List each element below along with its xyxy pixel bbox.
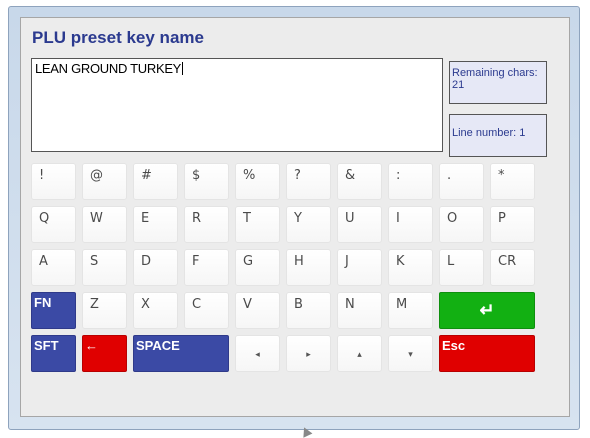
key-y[interactable]: Y bbox=[286, 206, 331, 243]
key-space[interactable]: SPACE bbox=[133, 335, 229, 372]
key-h[interactable]: H bbox=[286, 249, 331, 286]
key-x[interactable]: X bbox=[133, 292, 178, 329]
key-p[interactable]: P bbox=[490, 206, 535, 243]
name-text-field[interactable]: LEAN GROUND TURKEY bbox=[31, 58, 443, 152]
key-exclamation[interactable]: ! bbox=[31, 163, 76, 200]
name-text-value: LEAN GROUND TURKEY bbox=[35, 61, 182, 76]
down-arrow-icon: ▾ bbox=[408, 350, 413, 360]
key-l[interactable]: L bbox=[439, 249, 484, 286]
enter-icon: ↵ bbox=[479, 300, 495, 320]
text-caret bbox=[182, 62, 184, 75]
key-fn[interactable]: FN bbox=[31, 292, 76, 329]
key-dollar[interactable]: $ bbox=[184, 163, 229, 200]
right-arrow-icon: ▸ bbox=[306, 350, 311, 360]
cursor-left-key[interactable]: ◂ bbox=[235, 335, 280, 372]
key-c[interactable]: C bbox=[184, 292, 229, 329]
key-j[interactable]: J bbox=[337, 249, 382, 286]
enter-key[interactable]: ↵ bbox=[439, 292, 535, 329]
left-arrow-icon: ◂ bbox=[255, 350, 260, 360]
line-number-box: Line number: 1 bbox=[449, 114, 547, 157]
dialog-title: PLU preset key name bbox=[32, 28, 204, 47]
key-k[interactable]: K bbox=[388, 249, 433, 286]
key-ampersand[interactable]: & bbox=[337, 163, 382, 200]
key-i[interactable]: I bbox=[388, 206, 433, 243]
escape-key[interactable]: Esc bbox=[439, 335, 535, 372]
line-number-label: Line number: 1 bbox=[452, 127, 526, 139]
cursor-right-key[interactable]: ▸ bbox=[286, 335, 331, 372]
remaining-chars-label: Remaining chars: 21 bbox=[452, 67, 538, 91]
key-t[interactable]: T bbox=[235, 206, 280, 243]
key-u[interactable]: U bbox=[337, 206, 382, 243]
key-period[interactable]: . bbox=[439, 163, 484, 200]
key-o[interactable]: O bbox=[439, 206, 484, 243]
key-m[interactable]: M bbox=[388, 292, 433, 329]
key-d[interactable]: D bbox=[133, 249, 178, 286]
key-b[interactable]: B bbox=[286, 292, 331, 329]
key-v[interactable]: V bbox=[235, 292, 280, 329]
key-q[interactable]: Q bbox=[31, 206, 76, 243]
backspace-key[interactable]: ← bbox=[82, 335, 127, 372]
key-colon[interactable]: : bbox=[388, 163, 433, 200]
key-at[interactable]: @ bbox=[82, 163, 127, 200]
key-f[interactable]: F bbox=[184, 249, 229, 286]
plu-name-dialog: PLU preset key name LEAN GROUND TURKEY R… bbox=[20, 17, 570, 417]
remaining-chars-box: Remaining chars: 21 bbox=[449, 61, 547, 104]
cursor-up-key[interactable]: ▴ bbox=[337, 335, 382, 372]
key-hash[interactable]: # bbox=[133, 163, 178, 200]
cursor-down-key[interactable]: ▾ bbox=[388, 335, 433, 372]
up-arrow-icon: ▴ bbox=[357, 350, 362, 360]
key-question[interactable]: ? bbox=[286, 163, 331, 200]
key-s[interactable]: S bbox=[82, 249, 127, 286]
key-r[interactable]: R bbox=[184, 206, 229, 243]
key-g[interactable]: G bbox=[235, 249, 280, 286]
key-z[interactable]: Z bbox=[82, 292, 127, 329]
key-n[interactable]: N bbox=[337, 292, 382, 329]
key-w[interactable]: W bbox=[82, 206, 127, 243]
key-percent[interactable]: % bbox=[235, 163, 280, 200]
key-cr[interactable]: CR bbox=[490, 249, 535, 286]
backspace-arrow-icon: ← bbox=[85, 338, 98, 353]
key-a[interactable]: A bbox=[31, 249, 76, 286]
key-asterisk[interactable]: * bbox=[490, 163, 535, 200]
key-e[interactable]: E bbox=[133, 206, 178, 243]
key-shift[interactable]: SFT bbox=[31, 335, 76, 372]
